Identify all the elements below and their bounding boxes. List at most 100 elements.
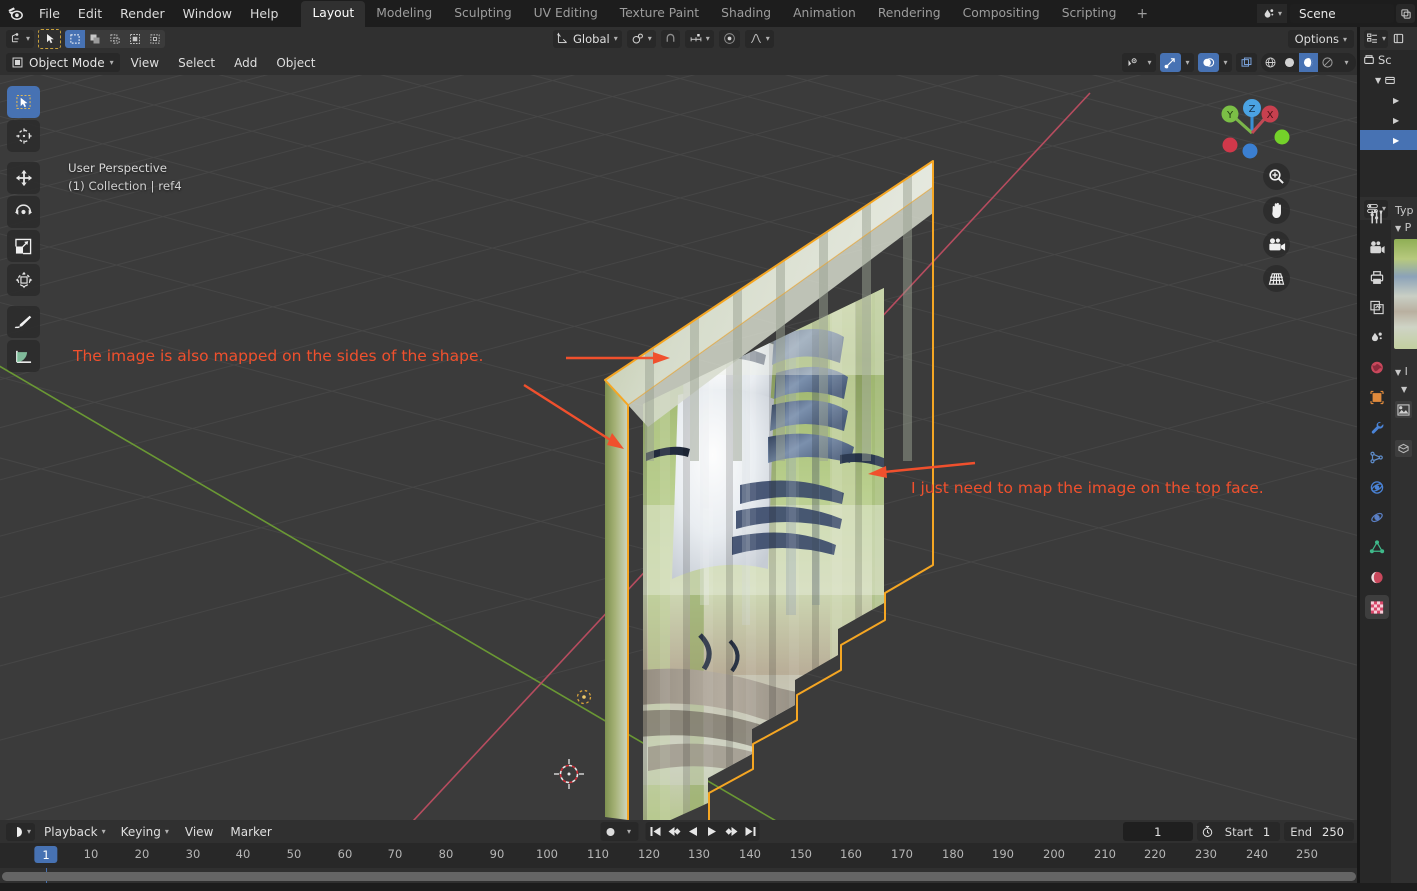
- menu-help[interactable]: Help: [241, 4, 288, 24]
- chevron-down-icon[interactable]: ▾: [620, 822, 639, 841]
- viewport-3d[interactable]: User Perspective (1) Collection | ref4 T…: [0, 75, 1360, 820]
- object-mode-selector[interactable]: Object Mode ▾: [6, 53, 120, 72]
- tab-layout[interactable]: Layout: [301, 0, 366, 27]
- tab-compositing[interactable]: Compositing: [952, 1, 1051, 27]
- jump-to-start-icon[interactable]: [646, 822, 665, 841]
- tab-animation[interactable]: Animation: [782, 1, 867, 27]
- object-properties-icon[interactable]: [1365, 385, 1389, 409]
- editor-type-outliner-icon[interactable]: ▾: [1364, 29, 1389, 48]
- smooth-falloff-icon[interactable]: ▾: [744, 29, 774, 48]
- viewport-options-button[interactable]: Options ▾: [1287, 30, 1354, 48]
- end-value[interactable]: 250: [1318, 825, 1354, 839]
- timeline-playhead[interactable]: 1: [34, 846, 58, 863]
- image-data-icon[interactable]: [1395, 401, 1412, 418]
- shading-rendered-icon[interactable]: [1318, 53, 1337, 72]
- outliner-row-object-selected[interactable]: ▶: [1360, 130, 1417, 150]
- disclosure-right-icon[interactable]: ▶: [1363, 116, 1399, 125]
- modifier-properties-icon[interactable]: [1365, 415, 1389, 439]
- tab-scripting[interactable]: Scripting: [1051, 1, 1128, 27]
- viewport-menu-view[interactable]: View: [123, 53, 167, 73]
- auto-keying-group[interactable]: ▾: [600, 822, 639, 841]
- tab-shading[interactable]: Shading: [710, 1, 782, 27]
- render-properties-icon[interactable]: [1365, 235, 1389, 259]
- world-properties-icon[interactable]: [1365, 355, 1389, 379]
- select-invert-icon[interactable]: [125, 29, 146, 48]
- object-types-visibility-icon[interactable]: [1122, 53, 1143, 72]
- tab-texture-paint[interactable]: Texture Paint: [609, 1, 710, 27]
- cursor-tool-icon[interactable]: [7, 120, 40, 152]
- select-box-icon[interactable]: [65, 29, 86, 48]
- prev-keyframe-icon[interactable]: [665, 822, 684, 841]
- outliner-row-object-2[interactable]: ▶: [1360, 110, 1417, 130]
- image-subsection-disclosure[interactable]: ▼: [1391, 378, 1417, 395]
- menu-file[interactable]: File: [30, 4, 69, 24]
- select-extend-icon[interactable]: [85, 29, 106, 48]
- disclosure-right-icon[interactable]: ▶: [1363, 136, 1399, 145]
- auto-keying-record-icon[interactable]: [601, 822, 620, 841]
- tab-uv-editing[interactable]: UV Editing: [523, 1, 609, 27]
- outliner-row-object-1[interactable]: ▶: [1360, 90, 1417, 110]
- timeline-menu-playback[interactable]: Playback ▾: [38, 822, 112, 842]
- scene-icon[interactable]: ▾: [1256, 4, 1287, 23]
- object-types-visibility-dropdown[interactable]: ▾: [1122, 53, 1156, 72]
- gizmo-axis-neg-x[interactable]: [1222, 137, 1238, 153]
- magnet-icon[interactable]: [660, 29, 680, 48]
- menu-edit[interactable]: Edit: [69, 4, 111, 24]
- tab-rendering[interactable]: Rendering: [867, 1, 952, 27]
- snap-increment-icon[interactable]: ▾: [684, 29, 714, 48]
- zoom-icon[interactable]: [1263, 163, 1290, 190]
- tweak-select-tool-icon[interactable]: [7, 86, 40, 118]
- play-reverse-icon[interactable]: [684, 822, 703, 841]
- add-workspace-button[interactable]: +: [1127, 2, 1157, 26]
- current-frame-field[interactable]: 1: [1122, 822, 1193, 841]
- outliner-panel[interactable]: ▾ Sc ▼ ▶ ▶ ▶: [1360, 27, 1417, 197]
- measure-tool-icon[interactable]: [7, 340, 40, 372]
- menu-window[interactable]: Window: [174, 4, 241, 24]
- gizmo-axis-neg-y[interactable]: [1274, 129, 1290, 145]
- viewport-menu-object[interactable]: Object: [268, 53, 323, 73]
- navigation-gizmo[interactable]: Z Y X: [1210, 87, 1294, 171]
- xray-toggle[interactable]: [1236, 53, 1257, 72]
- play-icon[interactable]: [703, 822, 722, 841]
- jump-to-end-icon[interactable]: [741, 822, 760, 841]
- constraint-properties-icon[interactable]: [1365, 505, 1389, 529]
- timeline-menu-marker[interactable]: Marker: [223, 822, 278, 842]
- mapping-icon[interactable]: [1395, 440, 1412, 457]
- transform-orientation-icon[interactable]: Global ▾: [553, 29, 622, 48]
- physics-properties-icon[interactable]: [1365, 475, 1389, 499]
- texture-properties-icon[interactable]: [1365, 595, 1389, 619]
- xray-toggle-icon[interactable]: [1236, 53, 1257, 72]
- disclosure-right-icon[interactable]: ▶: [1363, 96, 1399, 105]
- menu-render[interactable]: Render: [111, 4, 174, 24]
- overlays-icon[interactable]: [1198, 53, 1219, 72]
- editor-type-timeline-icon[interactable]: ▾: [6, 822, 36, 841]
- data-properties-icon[interactable]: [1365, 535, 1389, 559]
- filter-icon[interactable]: [1391, 30, 1405, 48]
- move-tool-icon[interactable]: [7, 162, 40, 194]
- blender-logo-icon[interactable]: [0, 0, 30, 27]
- toggle-perspective-ortho-icon[interactable]: [1263, 265, 1290, 292]
- scale-tool-icon[interactable]: [7, 230, 40, 262]
- proportional-edit-icon[interactable]: [718, 29, 740, 48]
- pan-hand-icon[interactable]: [1263, 197, 1290, 224]
- timeline-horizontal-scrollbar[interactable]: [2, 872, 1356, 881]
- rotate-tool-icon[interactable]: [7, 196, 40, 228]
- overlays-dropdown[interactable]: ▾: [1198, 53, 1232, 72]
- chevron-down-icon[interactable]: ▾: [1143, 53, 1156, 72]
- particle-properties-icon[interactable]: [1365, 445, 1389, 469]
- tab-modeling[interactable]: Modeling: [365, 1, 443, 27]
- viewport-menu-add[interactable]: Add: [226, 53, 265, 73]
- view-layer-properties-icon[interactable]: [1365, 295, 1389, 319]
- disclosure-down-icon[interactable]: ▼: [1363, 76, 1381, 85]
- scene-properties-icon[interactable]: [1365, 325, 1389, 349]
- output-properties-icon[interactable]: [1365, 265, 1389, 289]
- outliner-row-collection[interactable]: ▼: [1360, 70, 1417, 90]
- select-subtract-icon[interactable]: [105, 29, 126, 48]
- gizmo-icon[interactable]: [1160, 53, 1181, 72]
- pivot-point-icon[interactable]: ▾: [626, 29, 656, 48]
- scene-name-field[interactable]: Scene: [1290, 4, 1394, 23]
- tab-sculpting[interactable]: Sculpting: [443, 1, 522, 27]
- gizmo-axis-neg-z[interactable]: [1242, 143, 1258, 159]
- chevron-down-icon[interactable]: ▾: [1181, 53, 1194, 72]
- tweak-cursor-icon[interactable]: [38, 28, 62, 49]
